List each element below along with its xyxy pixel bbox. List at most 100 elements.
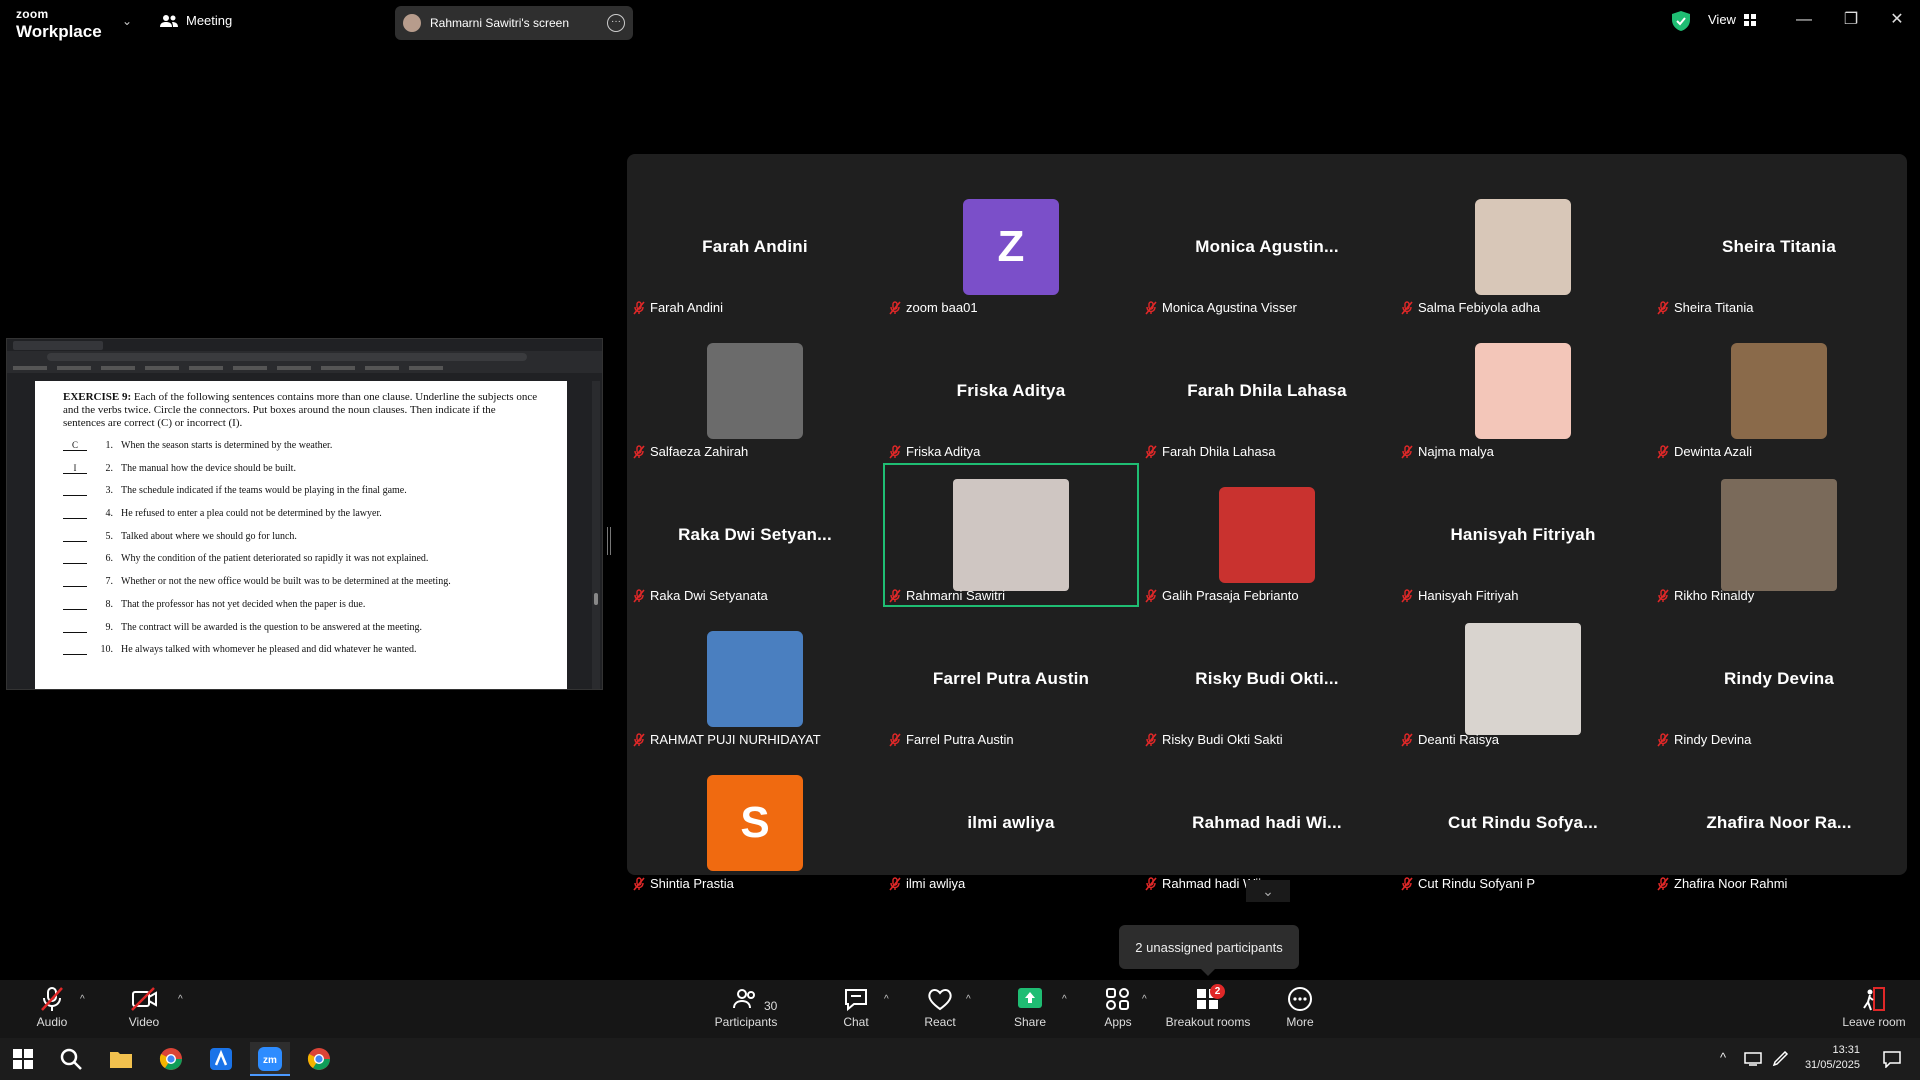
share-options-caret-icon[interactable]: ^ [1062,994,1067,1005]
restore-button[interactable]: ❐ [1836,8,1866,32]
participant-tile[interactable]: Salma Febiyola adha [1395,175,1651,319]
item-text: Why the condition of the patient deterio… [121,553,429,565]
participant-name-label: Risky Budi Okti Sakti [1145,732,1283,747]
meeting-tab[interactable]: Meeting [160,13,232,28]
participant-tile[interactable]: RAHMAT PUJI NURHIDAYAT [627,607,883,751]
app-store-icon[interactable] [208,1046,234,1072]
participant-name: Sheira Titania [1674,300,1754,315]
chevron-down-icon[interactable]: ⌄ [122,14,132,28]
chat-button[interactable]: Chat [818,986,894,1029]
participant-tile[interactable]: Salfaeza Zahirah [627,319,883,463]
more-button[interactable]: More [1262,986,1338,1029]
share-button[interactable]: Share [992,986,1068,1029]
audio-button[interactable]: Audio [14,986,90,1029]
exercise-title: EXERCISE 9: [63,391,132,403]
scrollbar-thumb[interactable] [594,593,598,605]
participant-video [1721,479,1837,591]
participant-tile[interactable]: Galih Prasaja Febrianto [1139,463,1395,607]
answer-blank [63,531,87,542]
participant-name: Shintia Prastia [650,876,734,891]
resize-handle[interactable] [607,527,611,555]
notifications-icon[interactable] [1882,1050,1902,1068]
react-button[interactable]: React [902,986,978,1029]
participant-name-label: Rindy Devina [1657,732,1751,747]
mic-muted-icon [633,588,645,603]
participants-button[interactable]: 30 Participants [708,986,784,1029]
participant-tile[interactable]: Zzoom baa01 [883,175,1139,319]
participant-tile[interactable]: Risky Budi Okti... Risky Budi Okti Sakti [1139,607,1395,751]
windows-start-icon[interactable] [10,1046,36,1072]
item-number: 1. [105,440,114,451]
video-button[interactable]: Video [106,986,182,1029]
audio-options-caret-icon[interactable]: ^ [80,994,85,1005]
participant-display-name: Rindy Devina [1723,669,1835,688]
chrome-profile-icon[interactable] [306,1046,332,1072]
breakout-label: Breakout rooms [1165,1015,1251,1029]
logo-line1: zoom [16,7,49,21]
chrome-icon[interactable] [158,1046,184,1072]
participant-tile[interactable]: Dewinta Azali [1651,319,1907,463]
participant-tile[interactable]: Zhafira Noor Ra... Zhafira Noor Rahmi [1651,751,1907,895]
participant-name: Friska Aditya [906,444,981,459]
mic-muted-icon [1657,300,1669,315]
pdf-scrollbar[interactable] [592,381,600,689]
participant-tile[interactable]: Rahmad hadi Wi... Rahmad hadi Wijaya [1139,751,1395,895]
participant-tile[interactable]: Farah Andini Farah Andini [627,175,883,319]
participant-tile[interactable]: Farrel Putra Austin Farrel Putra Austin [883,607,1139,751]
answer-blank [63,622,87,633]
participant-tile[interactable]: ilmi awliya ilmi awliya [883,751,1139,895]
participant-tile[interactable]: Hanisyah Fitriyah Hanisyah Fitriyah [1395,463,1651,607]
participant-name-label: ilmi awliya [889,876,965,891]
pen-icon[interactable] [1772,1051,1790,1067]
answer-blank [63,599,87,610]
breakout-rooms-button[interactable]: 2 Breakout rooms [1162,984,1254,1029]
title-bar: zoom Workplace ⌄ Meeting Rahmarni Sawitr… [0,0,1920,44]
react-options-caret-icon[interactable]: ^ [966,994,971,1005]
item-number: 2. [105,462,114,474]
mic-muted-icon [889,732,901,747]
item-text: He refused to enter a plea could not be … [121,508,382,520]
participant-name-label: Farrel Putra Austin [889,732,1014,747]
participants-count: 30 [764,999,778,1013]
chat-options-caret-icon[interactable]: ^ [884,994,889,1005]
browser-address-bar [7,351,602,363]
search-icon[interactable] [58,1046,84,1072]
participant-tile[interactable]: Rahmarni Sawitri [883,463,1139,607]
zoom-app-icon: zm [258,1047,282,1071]
participant-tile[interactable]: Deanti Raisya [1395,607,1651,751]
participant-tile[interactable]: Rikho Rinaldy [1651,463,1907,607]
participant-tile[interactable]: Raka Dwi Setyan... Raka Dwi Setyanata [627,463,883,607]
participant-tile[interactable]: Cut Rindu Sofya... Cut Rindu Sofyani P [1395,751,1651,895]
more-options-icon[interactable]: ··· [607,14,625,32]
minimize-button[interactable]: — [1789,8,1819,32]
participant-tile[interactable]: Najma malya [1395,319,1651,463]
encryption-shield-icon[interactable] [1672,11,1690,31]
tray-overflow-chevron-icon[interactable]: ^ [1720,1050,1726,1065]
zoom-logo[interactable]: zoom Workplace [16,6,102,40]
apps-options-caret-icon[interactable]: ^ [1142,994,1147,1005]
participant-tile[interactable]: Rindy Devina Rindy Devina [1651,607,1907,751]
screen-share-tab[interactable]: Rahmarni Sawitri's screen ··· [395,6,633,40]
view-button[interactable]: View [1708,12,1756,27]
participant-tile[interactable]: Friska Aditya Friska Aditya [883,319,1139,463]
network-icon[interactable] [1744,1052,1762,1066]
avatar [1475,199,1571,295]
participant-tile[interactable]: S Shintia Prastia [627,751,883,895]
gallery-next-page-chevron-icon[interactable]: ⌄ [1246,880,1290,902]
participant-display-name: Zhafira Noor Ra... [1706,813,1852,832]
file-explorer-icon[interactable] [108,1046,134,1072]
apps-button[interactable]: Apps [1080,986,1156,1029]
close-button[interactable]: ✕ [1882,8,1912,32]
participant-tile[interactable]: Monica Agustin... Monica Agustina Visser [1139,175,1395,319]
item-text: Talked about where we should go for lunc… [121,530,297,542]
leave-room-button[interactable]: Leave room [1834,986,1914,1029]
participant-display-name: Farah Dhila Lahasa [1187,381,1347,400]
avatar [1475,343,1571,439]
video-options-caret-icon[interactable]: ^ [178,994,183,1005]
participant-tile[interactable]: Sheira Titania Sheira Titania [1651,175,1907,319]
system-clock[interactable]: 13:31 31/05/2025 [1805,1043,1860,1073]
mic-muted-icon [1657,444,1669,459]
zoom-taskbar-item[interactable]: zm [250,1042,290,1076]
participant-tile[interactable]: Farah Dhila Lahasa Farah Dhila Lahasa [1139,319,1395,463]
participant-display-name: Raka Dwi Setyan... [678,525,832,544]
